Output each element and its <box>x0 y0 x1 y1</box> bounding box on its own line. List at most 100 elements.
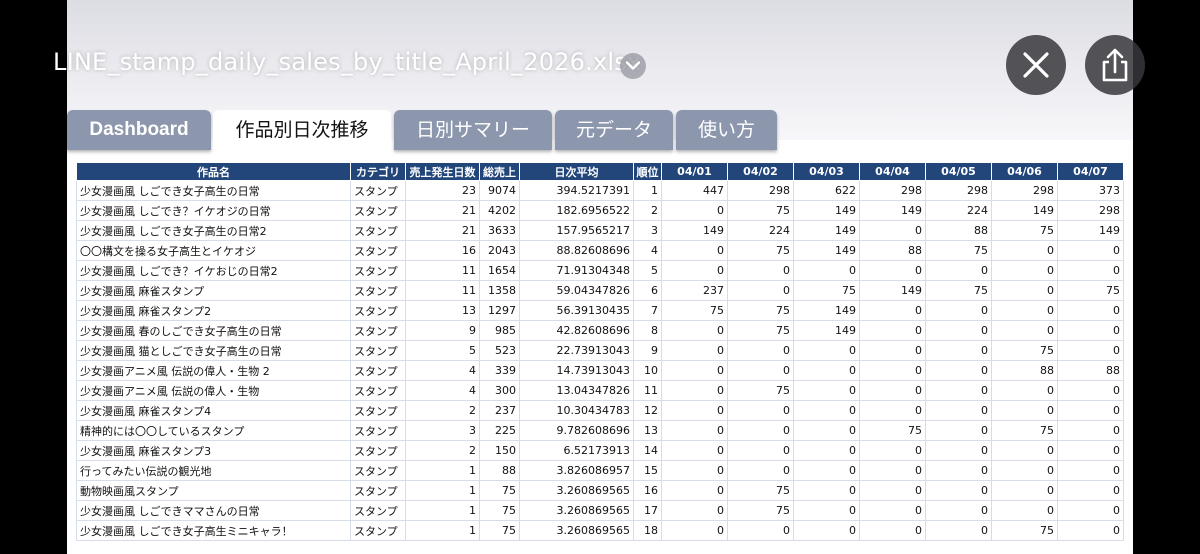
header-title[interactable]: 作品名 <box>76 162 351 181</box>
cell-day[interactable]: 75 <box>925 280 992 301</box>
cell-day[interactable]: 0 <box>859 300 926 321</box>
cell-title[interactable]: 少女漫画風 しごでき女子高生ミニキャラ！ <box>76 520 351 541</box>
cell-day[interactable]: 0 <box>925 460 992 481</box>
cell-day[interactable]: 224 <box>727 220 794 241</box>
cell-day[interactable]: 0 <box>661 240 728 261</box>
cell-day[interactable]: 0 <box>925 440 992 461</box>
cell-rank[interactable]: 18 <box>633 520 662 541</box>
cell-daily-average[interactable]: 13.04347826 <box>519 380 634 401</box>
cell-day[interactable]: 0 <box>727 400 794 421</box>
cell-category[interactable]: スタンプ <box>350 260 406 281</box>
cell-sales-days[interactable]: 2 <box>405 400 480 421</box>
cell-title[interactable]: 少女漫画風 麻雀スタンプ3 <box>76 440 351 461</box>
cell-rank[interactable]: 8 <box>633 320 662 341</box>
cell-day[interactable]: 0 <box>661 420 728 441</box>
cell-day[interactable]: 0 <box>1057 480 1124 501</box>
cell-day[interactable]: 75 <box>727 320 794 341</box>
cell-day[interactable]: 0 <box>793 380 860 401</box>
cell-rank[interactable]: 3 <box>633 220 662 241</box>
cell-day[interactable]: 0 <box>661 260 728 281</box>
cell-day[interactable]: 75 <box>727 500 794 521</box>
header-sales-days[interactable]: 売上発生日数 <box>405 162 480 181</box>
cell-daily-average[interactable]: 6.52173913 <box>519 440 634 461</box>
tab-daily-summary[interactable]: 日別サマリー <box>394 110 552 150</box>
cell-title[interactable]: 少女漫画風 麻雀スタンプ2 <box>76 300 351 321</box>
cell-title[interactable]: 少女漫画風 麻雀スタンプ <box>76 280 351 301</box>
cell-day[interactable]: 75 <box>1057 280 1124 301</box>
cell-category[interactable]: スタンプ <box>350 320 406 341</box>
cell-day[interactable]: 0 <box>925 520 992 541</box>
cell-day[interactable]: 0 <box>859 260 926 281</box>
cell-sales-days[interactable]: 2 <box>405 440 480 461</box>
cell-day[interactable]: 0 <box>793 260 860 281</box>
cell-day[interactable]: 0 <box>727 420 794 441</box>
cell-day[interactable]: 0 <box>991 460 1058 481</box>
cell-daily-average[interactable]: 10.30434783 <box>519 400 634 421</box>
cell-rank[interactable]: 5 <box>633 260 662 281</box>
cell-day[interactable]: 149 <box>1057 220 1124 241</box>
cell-category[interactable]: スタンプ <box>350 340 406 361</box>
cell-day[interactable]: 0 <box>793 480 860 501</box>
cell-day[interactable]: 88 <box>925 220 992 241</box>
cell-sales-days[interactable]: 4 <box>405 380 480 401</box>
cell-day[interactable]: 298 <box>859 180 926 201</box>
header-rank[interactable]: 順位 <box>633 162 662 181</box>
cell-day[interactable]: 0 <box>859 480 926 501</box>
cell-category[interactable]: スタンプ <box>350 280 406 301</box>
cell-day[interactable]: 0 <box>925 320 992 341</box>
cell-daily-average[interactable]: 22.73913043 <box>519 340 634 361</box>
cell-total-sales[interactable]: 1297 <box>479 300 520 321</box>
cell-sales-days[interactable]: 5 <box>405 340 480 361</box>
cell-category[interactable]: スタンプ <box>350 400 406 421</box>
cell-category[interactable]: スタンプ <box>350 520 406 541</box>
cell-day[interactable]: 149 <box>991 200 1058 221</box>
cell-sales-days[interactable]: 16 <box>405 240 480 261</box>
cell-total-sales[interactable]: 523 <box>479 340 520 361</box>
cell-day[interactable]: 0 <box>793 400 860 421</box>
cell-sales-days[interactable]: 11 <box>405 260 480 281</box>
cell-day[interactable]: 0 <box>793 340 860 361</box>
cell-day[interactable]: 237 <box>661 280 728 301</box>
cell-day[interactable]: 88 <box>859 240 926 261</box>
cell-day[interactable]: 0 <box>1057 400 1124 421</box>
cell-category[interactable]: スタンプ <box>350 440 406 461</box>
cell-day[interactable]: 0 <box>661 320 728 341</box>
cell-sales-days[interactable]: 1 <box>405 500 480 521</box>
cell-day[interactable]: 75 <box>991 420 1058 441</box>
cell-total-sales[interactable]: 3633 <box>479 220 520 241</box>
cell-daily-average[interactable]: 3.826086957 <box>519 460 634 481</box>
cell-day[interactable]: 75 <box>991 220 1058 241</box>
cell-day[interactable]: 0 <box>1057 520 1124 541</box>
cell-category[interactable]: スタンプ <box>350 460 406 481</box>
cell-title[interactable]: 少女漫画風 しごでき女子高生の日常 <box>76 180 351 201</box>
cell-day[interactable]: 0 <box>925 400 992 421</box>
cell-day[interactable]: 0 <box>727 280 794 301</box>
cell-day[interactable]: 0 <box>793 520 860 541</box>
cell-total-sales[interactable]: 1654 <box>479 260 520 281</box>
cell-title[interactable]: 精神的には〇〇しているスタンプ <box>76 420 351 441</box>
cell-day[interactable]: 0 <box>859 320 926 341</box>
cell-day[interactable]: 75 <box>727 300 794 321</box>
header-daily-average[interactable]: 日次平均 <box>519 162 634 181</box>
cell-day[interactable]: 0 <box>925 380 992 401</box>
cell-total-sales[interactable]: 300 <box>479 380 520 401</box>
cell-day[interactable]: 0 <box>661 340 728 361</box>
header-date[interactable]: 04/05 <box>925 162 992 181</box>
cell-day[interactable]: 75 <box>727 200 794 221</box>
header-date[interactable]: 04/02 <box>727 162 794 181</box>
cell-category[interactable]: スタンプ <box>350 480 406 501</box>
cell-day[interactable]: 0 <box>1057 260 1124 281</box>
cell-title[interactable]: 少女漫画風 しごでき？イケオジの日常 <box>76 200 351 221</box>
cell-daily-average[interactable]: 157.9565217 <box>519 220 634 241</box>
cell-rank[interactable]: 2 <box>633 200 662 221</box>
cell-day[interactable]: 0 <box>925 420 992 441</box>
cell-rank[interactable]: 4 <box>633 240 662 261</box>
cell-total-sales[interactable]: 1358 <box>479 280 520 301</box>
cell-rank[interactable]: 6 <box>633 280 662 301</box>
cell-total-sales[interactable]: 4202 <box>479 200 520 221</box>
cell-daily-average[interactable]: 3.260869565 <box>519 480 634 501</box>
cell-day[interactable]: 88 <box>1057 360 1124 381</box>
cell-sales-days[interactable]: 1 <box>405 480 480 501</box>
cell-day[interactable]: 149 <box>793 220 860 241</box>
cell-daily-average[interactable]: 14.73913043 <box>519 360 634 381</box>
